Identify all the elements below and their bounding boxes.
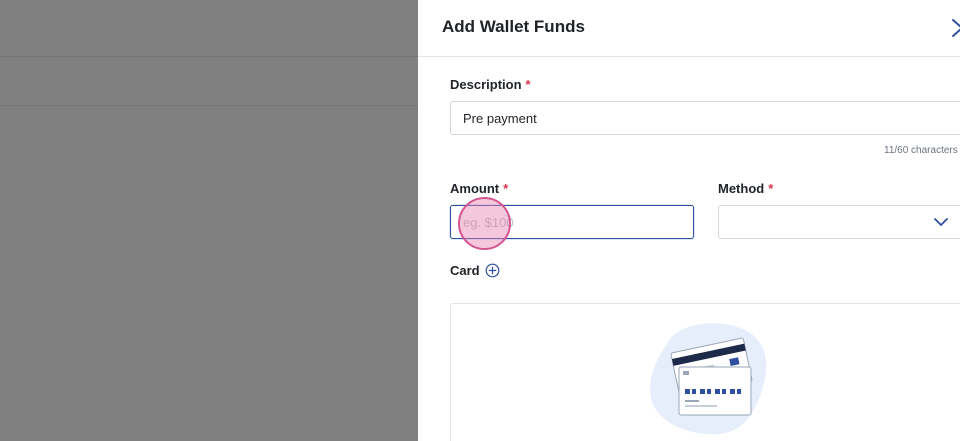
amount-label: Amount * (450, 181, 508, 196)
method-label: Method * (718, 181, 773, 196)
description-char-count: 11/60 characters (884, 145, 958, 156)
add-card-icon[interactable] (485, 263, 500, 278)
background-overlay[interactable] (0, 0, 418, 441)
close-icon[interactable] (948, 17, 960, 39)
description-label-text: Description (450, 77, 522, 92)
method-label-text: Method (718, 181, 765, 196)
card-empty-state (450, 303, 960, 441)
overlay-divider (0, 105, 418, 106)
add-wallet-funds-drawer: Add Wallet Funds Description* 11/60 char… (418, 0, 960, 441)
amount-input[interactable] (450, 205, 694, 239)
drawer-header: Add Wallet Funds (418, 0, 960, 57)
overlay-divider (0, 56, 418, 57)
description-label: Description * (450, 77, 531, 92)
required-mark: * (525, 77, 531, 92)
chevron-down-icon (934, 218, 948, 226)
cards-illustration (650, 323, 767, 435)
method-select[interactable] (718, 205, 960, 239)
required-mark: * (768, 181, 774, 196)
card-label: Card (450, 263, 480, 278)
amount-label-text: Amount (450, 181, 500, 196)
drawer-title: Add Wallet Funds (442, 17, 585, 36)
description-input[interactable] (450, 101, 960, 135)
required-mark: * (503, 181, 509, 196)
